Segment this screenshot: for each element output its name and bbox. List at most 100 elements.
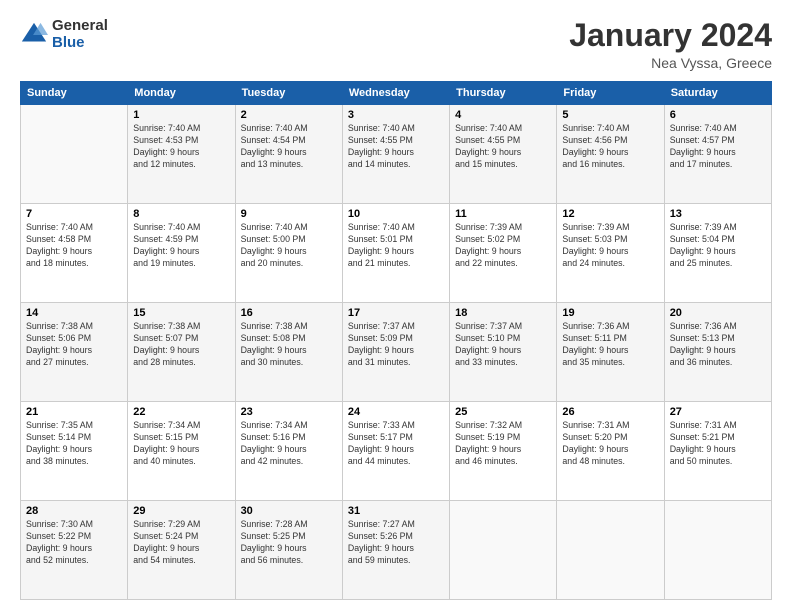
day-number: 8 (133, 208, 229, 220)
day-number: 6 (670, 109, 766, 121)
calendar-header-friday: Friday (557, 82, 664, 105)
calendar-header-row: SundayMondayTuesdayWednesdayThursdayFrid… (21, 82, 772, 105)
day-info: Sunrise: 7:32 AMSunset: 5:19 PMDaylight:… (455, 420, 551, 468)
calendar-page: General Blue January 2024 Nea Vyssa, Gre… (0, 0, 792, 612)
header: General Blue January 2024 Nea Vyssa, Gre… (20, 18, 772, 71)
calendar-cell: 14 Sunrise: 7:38 AMSunset: 5:06 PMDayligh… (21, 303, 128, 402)
calendar-cell: 27Sunrise: 7:31 AMSunset: 5:21 PMDayligh… (664, 402, 771, 501)
calendar-header-saturday: Saturday (664, 82, 771, 105)
day-number: 10 (348, 208, 444, 220)
day-info: Sunrise: 7:39 AMSunset: 5:03 PMDaylight:… (562, 222, 658, 270)
calendar-table: SundayMondayTuesdayWednesdayThursdayFrid… (20, 81, 772, 600)
day-number: 21 (26, 406, 122, 418)
day-info: Sunrise: 7:40 AMSunset: 5:00 PMDaylight:… (241, 222, 337, 270)
day-info: Sunrise: 7:31 AMSunset: 5:20 PMDaylight:… (562, 420, 658, 468)
day-number: 11 (455, 208, 551, 220)
calendar-cell: 15 Sunrise: 7:38 AMSunset: 5:07 PMDayligh… (128, 303, 235, 402)
logo: General Blue (20, 18, 108, 51)
day-info: Sunrise: 7:28 AMSunset: 5:25 PMDaylight:… (241, 519, 337, 567)
day-info: Sunrise: 7:40 AMSunset: 4:59 PMDaylight:… (133, 222, 229, 270)
calendar-cell: 22 Sunrise: 7:34 AMSunset: 5:15 PMDayligh… (128, 402, 235, 501)
day-info: Sunrise: 7:40 AMSunset: 5:01 PMDaylight:… (348, 222, 444, 270)
calendar-cell: 25 Sunrise: 7:32 AMSunset: 5:19 PMDayligh… (450, 402, 557, 501)
calendar-cell: 5Sunrise: 7:40 AMSunset: 4:56 PMDaylight… (557, 105, 664, 204)
calendar-cell: 4Sunrise: 7:40 AMSunset: 4:55 PMDaylight… (450, 105, 557, 204)
day-info: Sunrise: 7:30 AMSunset: 5:22 PMDaylight:… (26, 519, 122, 567)
calendar-cell: 12Sunrise: 7:39 AMSunset: 5:03 PMDayligh… (557, 204, 664, 303)
day-number: 28 (26, 505, 122, 517)
day-number: 15 (133, 307, 229, 319)
day-number: 7 (26, 208, 122, 220)
day-number: 24 (348, 406, 444, 418)
day-number: 25 (455, 406, 551, 418)
calendar-cell: 21 Sunrise: 7:35 AMSunset: 5:14 PMDayligh… (21, 402, 128, 501)
calendar-header-sunday: Sunday (21, 82, 128, 105)
calendar-row-5: 28 Sunrise: 7:30 AMSunset: 5:22 PMDayligh… (21, 501, 772, 600)
day-number: 13 (670, 208, 766, 220)
day-number: 2 (241, 109, 337, 121)
day-number: 22 (133, 406, 229, 418)
day-info: Sunrise: 7:40 AMSunset: 4:55 PMDaylight:… (348, 123, 444, 171)
day-number: 23 (241, 406, 337, 418)
day-info: Sunrise: 7:40 AMSunset: 4:55 PMDaylight:… (455, 123, 551, 171)
day-number: 20 (670, 307, 766, 319)
day-info: Sunrise: 7:40 AMSunset: 4:58 PMDaylight:… (26, 222, 122, 270)
day-info: Sunrise: 7:31 AMSunset: 5:21 PMDaylight:… (670, 420, 766, 468)
calendar-header-thursday: Thursday (450, 82, 557, 105)
day-info: Sunrise: 7:34 AMSunset: 5:15 PMDaylight:… (133, 420, 229, 468)
day-info: Sunrise: 7:40 AMSunset: 4:57 PMDaylight:… (670, 123, 766, 171)
calendar-cell: 23 Sunrise: 7:34 AMSunset: 5:16 PMDayligh… (235, 402, 342, 501)
calendar-cell: 28 Sunrise: 7:30 AMSunset: 5:22 PMDayligh… (21, 501, 128, 600)
day-number: 14 (26, 307, 122, 319)
calendar-cell: 7 Sunrise: 7:40 AMSunset: 4:58 PMDaylight… (21, 204, 128, 303)
calendar-cell (664, 501, 771, 600)
calendar-cell: 1 Sunrise: 7:40 AMSunset: 4:53 PMDaylight… (128, 105, 235, 204)
day-info: Sunrise: 7:38 AMSunset: 5:08 PMDaylight:… (241, 321, 337, 369)
day-info: Sunrise: 7:34 AMSunset: 5:16 PMDaylight:… (241, 420, 337, 468)
day-number: 9 (241, 208, 337, 220)
day-info: Sunrise: 7:37 AMSunset: 5:09 PMDaylight:… (348, 321, 444, 369)
calendar-cell: 8 Sunrise: 7:40 AMSunset: 4:59 PMDaylight… (128, 204, 235, 303)
calendar-body: 1 Sunrise: 7:40 AMSunset: 4:53 PMDaylight… (21, 105, 772, 600)
calendar-cell: 20Sunrise: 7:36 AMSunset: 5:13 PMDayligh… (664, 303, 771, 402)
calendar-cell: 16Sunrise: 7:38 AMSunset: 5:08 PMDayligh… (235, 303, 342, 402)
day-number: 26 (562, 406, 658, 418)
day-number: 1 (133, 109, 229, 121)
title-block: January 2024 Nea Vyssa, Greece (569, 18, 772, 71)
logo-blue: Blue (52, 35, 108, 52)
day-info: Sunrise: 7:33 AMSunset: 5:17 PMDaylight:… (348, 420, 444, 468)
day-number: 18 (455, 307, 551, 319)
calendar-row-1: 1 Sunrise: 7:40 AMSunset: 4:53 PMDaylight… (21, 105, 772, 204)
day-number: 5 (562, 109, 658, 121)
calendar-cell: 9 Sunrise: 7:40 AMSunset: 5:00 PMDaylight… (235, 204, 342, 303)
calendar-cell: 19Sunrise: 7:36 AMSunset: 5:11 PMDayligh… (557, 303, 664, 402)
logo-icon (20, 21, 48, 49)
calendar-cell: 24 Sunrise: 7:33 AMSunset: 5:17 PMDayligh… (342, 402, 449, 501)
calendar-cell (21, 105, 128, 204)
day-info: Sunrise: 7:38 AMSunset: 5:07 PMDaylight:… (133, 321, 229, 369)
day-info: Sunrise: 7:38 AMSunset: 5:06 PMDaylight:… (26, 321, 122, 369)
day-info: Sunrise: 7:40 AMSunset: 4:53 PMDaylight:… (133, 123, 229, 171)
day-info: Sunrise: 7:35 AMSunset: 5:14 PMDaylight:… (26, 420, 122, 468)
calendar-cell: 10 Sunrise: 7:40 AMSunset: 5:01 PMDayligh… (342, 204, 449, 303)
month-year-title: January 2024 (569, 18, 772, 53)
day-info: Sunrise: 7:37 AMSunset: 5:10 PMDaylight:… (455, 321, 551, 369)
calendar-header-tuesday: Tuesday (235, 82, 342, 105)
calendar-header-wednesday: Wednesday (342, 82, 449, 105)
logo-text: General Blue (52, 18, 108, 51)
calendar-cell: 6 Sunrise: 7:40 AMSunset: 4:57 PMDaylight… (664, 105, 771, 204)
day-number: 30 (241, 505, 337, 517)
calendar-cell: 11Sunrise: 7:39 AMSunset: 5:02 PMDayligh… (450, 204, 557, 303)
calendar-cell: 17Sunrise: 7:37 AMSunset: 5:09 PMDayligh… (342, 303, 449, 402)
calendar-cell (450, 501, 557, 600)
location-subtitle: Nea Vyssa, Greece (569, 55, 772, 71)
day-info: Sunrise: 7:39 AMSunset: 5:04 PMDaylight:… (670, 222, 766, 270)
day-number: 31 (348, 505, 444, 517)
calendar-cell: 26 Sunrise: 7:31 AMSunset: 5:20 PMDayligh… (557, 402, 664, 501)
calendar-cell: 29Sunrise: 7:29 AMSunset: 5:24 PMDayligh… (128, 501, 235, 600)
calendar-cell: 30 Sunrise: 7:28 AMSunset: 5:25 PMDayligh… (235, 501, 342, 600)
calendar-cell: 2 Sunrise: 7:40 AMSunset: 4:54 PMDaylight… (235, 105, 342, 204)
calendar-header-monday: Monday (128, 82, 235, 105)
calendar-cell: 31Sunrise: 7:27 AMSunset: 5:26 PMDayligh… (342, 501, 449, 600)
day-info: Sunrise: 7:40 AMSunset: 4:54 PMDaylight:… (241, 123, 337, 171)
